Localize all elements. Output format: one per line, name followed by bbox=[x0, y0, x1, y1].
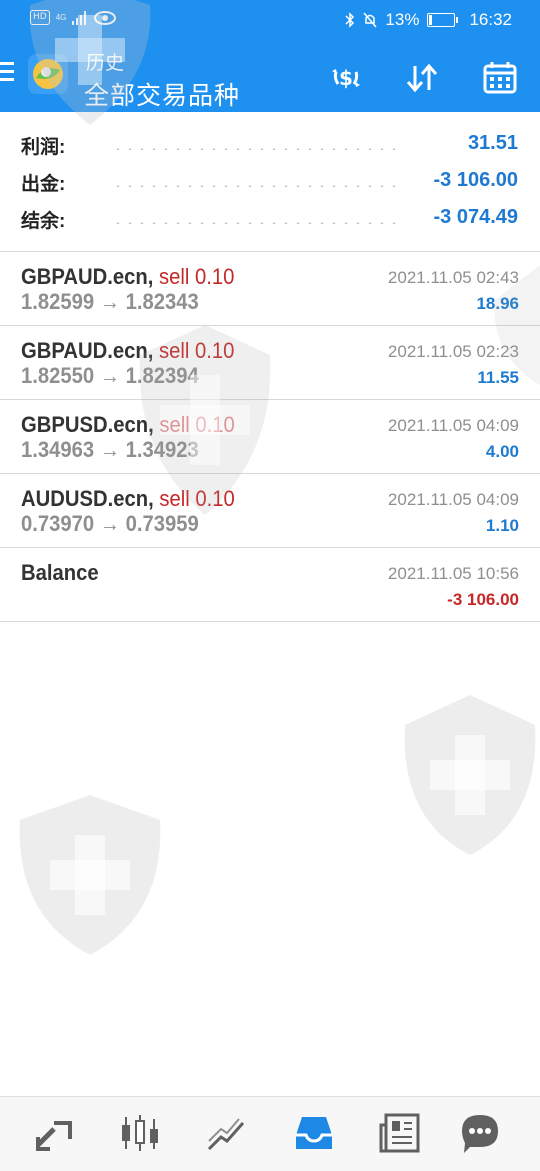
balance-row[interactable]: Balance 2021.11.05 10:56 -3 106.00 bbox=[0, 548, 540, 622]
trade-symbol: AUDUSD.ecn, bbox=[21, 486, 154, 511]
status-bar: HD 4G 13% 16:32 bbox=[0, 0, 540, 40]
trade-side: sell 0.10 bbox=[159, 486, 235, 511]
mute-bell-icon bbox=[363, 12, 377, 28]
signal-icon bbox=[72, 10, 87, 25]
trade-history-list: GBPAUD.ecn, sell 0.10 1.82599 → 1.82343 … bbox=[0, 252, 540, 622]
trade-symbol-line: GBPUSD.ecn, sell 0.10 bbox=[21, 412, 235, 438]
trade-profit: -3 106.00 bbox=[447, 590, 519, 609]
trade-symbol: GBPUSD.ecn, bbox=[21, 412, 154, 437]
summary-row-balance: 结余: -3 074.49 bbox=[0, 202, 540, 239]
battery-icon bbox=[427, 13, 459, 27]
network-type: 4G bbox=[55, 12, 67, 22]
trade-row[interactable]: GBPUSD.ecn, sell 0.10 1.34963 → 1.34923 … bbox=[0, 400, 540, 474]
shield-watermark-icon bbox=[404, 695, 536, 855]
summary-row-profit: 利润: 31.51 bbox=[0, 128, 540, 165]
summary-value: -3 074.49 bbox=[433, 206, 518, 228]
dotted-leader bbox=[112, 185, 400, 187]
trade-prices: 1.82599 → 1.82343 bbox=[21, 289, 199, 314]
menu-icon[interactable] bbox=[0, 62, 14, 86]
page-title: 历史 bbox=[86, 53, 125, 74]
summary-row-withdrawal: 出金: -3 106.00 bbox=[0, 165, 540, 202]
dotted-leader bbox=[112, 148, 400, 150]
news-icon[interactable] bbox=[378, 1111, 422, 1155]
trade-date: 2021.11.05 02:23 bbox=[387, 342, 519, 361]
trade-symbol-line: AUDUSD.ecn, sell 0.10 bbox=[21, 486, 235, 512]
eye-icon bbox=[94, 10, 117, 25]
trade-profit: 4.00 bbox=[485, 442, 519, 461]
trade-profit: 11.55 bbox=[477, 368, 519, 387]
trade-date: 2021.11.05 10:56 bbox=[387, 564, 519, 583]
summary-label: 利润: bbox=[21, 137, 66, 158]
app-header: HD 4G 13% 16:32 历史 全部交易品种 $ bbox=[0, 0, 540, 112]
trade-row[interactable]: GBPAUD.ecn, sell 0.10 1.82599 → 1.82343 … bbox=[0, 252, 540, 326]
history-icon[interactable] bbox=[292, 1111, 336, 1155]
clock: 16:32 bbox=[469, 10, 512, 29]
trade-side: sell 0.10 bbox=[158, 338, 235, 363]
summary-label: 出金: bbox=[21, 174, 66, 195]
symbol-filter[interactable]: 全部交易品种 bbox=[84, 76, 240, 112]
trade-profit: 18.96 bbox=[476, 294, 519, 313]
sort-icon[interactable] bbox=[402, 58, 442, 98]
svg-text:$: $ bbox=[339, 66, 353, 90]
trade-icon[interactable] bbox=[205, 1111, 249, 1155]
dotted-leader bbox=[112, 222, 400, 224]
hd-badge: HD bbox=[30, 10, 50, 25]
trade-prices: 0.73970 → 0.73959 bbox=[21, 511, 199, 536]
trade-symbol-line: GBPAUD.ecn, sell 0.10 bbox=[21, 338, 234, 364]
deposit-withdraw-icon[interactable]: $ bbox=[326, 58, 366, 98]
quotes-icon[interactable] bbox=[32, 1111, 76, 1155]
trade-date: 2021.11.05 04:09 bbox=[387, 416, 519, 435]
summary-value: 31.51 bbox=[467, 132, 518, 154]
shield-watermark-icon bbox=[19, 795, 161, 955]
chat-icon[interactable] bbox=[458, 1111, 502, 1155]
bottom-navigation bbox=[0, 1096, 540, 1171]
trade-side: sell 0.10 bbox=[159, 412, 235, 437]
trade-date: 2021.11.05 04:09 bbox=[387, 490, 519, 509]
balance-label: Balance bbox=[21, 560, 99, 585]
trade-row[interactable]: GBPAUD.ecn, sell 0.10 1.82550 → 1.82394 … bbox=[0, 326, 540, 400]
trade-profit: 1.10 bbox=[485, 516, 519, 535]
summary-value: -3 106.00 bbox=[433, 169, 518, 191]
trade-symbol: GBPAUD.ecn, bbox=[21, 264, 154, 289]
battery-percent: 13% bbox=[385, 10, 420, 29]
metatrader-logo bbox=[28, 54, 68, 94]
history-summary: 利润: 31.51 出金: -3 106.00 结余: -3 074.49 bbox=[0, 128, 540, 239]
trade-prices: 1.34963 → 1.34923 bbox=[21, 437, 199, 462]
summary-label: 结余: bbox=[21, 211, 66, 232]
trade-row[interactable]: AUDUSD.ecn, sell 0.10 0.73970 → 0.73959 … bbox=[0, 474, 540, 548]
bluetooth-icon bbox=[345, 12, 355, 28]
trade-symbol-line: GBPAUD.ecn, sell 0.10 bbox=[21, 264, 234, 290]
trade-side: sell 0.10 bbox=[158, 264, 235, 289]
trade-date: 2021.11.05 02:43 bbox=[387, 268, 519, 287]
trade-symbol: GBPAUD.ecn, bbox=[21, 338, 154, 363]
calendar-icon[interactable] bbox=[480, 58, 520, 98]
chart-icon[interactable] bbox=[118, 1111, 162, 1155]
trade-prices: 1.82550 → 1.82394 bbox=[21, 363, 199, 388]
